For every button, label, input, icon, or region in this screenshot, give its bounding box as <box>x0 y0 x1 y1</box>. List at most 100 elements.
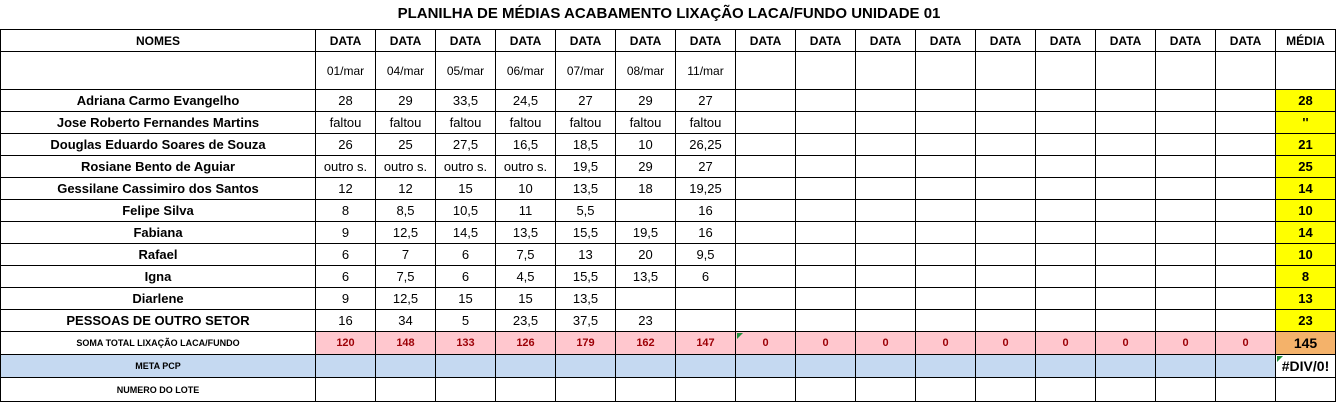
lot-cell[interactable] <box>555 377 616 402</box>
score-cell[interactable] <box>1215 221 1276 244</box>
sum-average-cell[interactable]: 145 <box>1275 331 1336 355</box>
score-cell[interactable] <box>1215 177 1276 200</box>
score-cell[interactable]: 15,5 <box>555 265 616 288</box>
average-cell[interactable]: 28 <box>1275 89 1336 112</box>
score-cell[interactable] <box>675 287 736 310</box>
person-name[interactable]: Felipe Silva <box>0 199 316 222</box>
average-cell[interactable]: 21 <box>1275 133 1336 156</box>
score-cell[interactable]: 6 <box>435 265 496 288</box>
sum-cell[interactable]: 0 <box>735 331 796 355</box>
score-cell[interactable] <box>1095 199 1156 222</box>
lot-cell[interactable] <box>795 377 856 402</box>
score-cell[interactable]: 6 <box>315 265 376 288</box>
score-cell[interactable] <box>615 287 676 310</box>
score-cell[interactable]: 4,5 <box>495 265 556 288</box>
score-cell[interactable] <box>1035 155 1096 178</box>
score-cell[interactable]: 16,5 <box>495 133 556 156</box>
meta-cell[interactable] <box>375 354 436 378</box>
score-cell[interactable] <box>1035 133 1096 156</box>
score-cell[interactable]: 8 <box>315 199 376 222</box>
score-cell[interactable] <box>1155 133 1216 156</box>
score-cell[interactable] <box>795 265 856 288</box>
score-cell[interactable] <box>1035 287 1096 310</box>
score-cell[interactable] <box>1095 243 1156 266</box>
score-cell[interactable]: 25 <box>375 133 436 156</box>
date-cell-16[interactable] <box>1215 51 1276 90</box>
person-name[interactable]: Rosiane Bento de Aguiar <box>0 155 316 178</box>
header-date-1[interactable]: DATA <box>315 29 376 52</box>
score-cell[interactable] <box>855 287 916 310</box>
score-cell[interactable] <box>855 265 916 288</box>
average-cell[interactable]: 13 <box>1275 287 1336 310</box>
sum-cell[interactable]: 0 <box>1155 331 1216 355</box>
meta-cell[interactable] <box>615 354 676 378</box>
lot-cell[interactable] <box>1095 377 1156 402</box>
score-cell[interactable]: 9,5 <box>675 243 736 266</box>
date-cell-4[interactable]: 06/mar <box>495 51 556 90</box>
score-cell[interactable]: 26,25 <box>675 133 736 156</box>
header-date-15[interactable]: DATA <box>1155 29 1216 52</box>
date-cell-9[interactable] <box>795 51 856 90</box>
score-cell[interactable] <box>975 199 1036 222</box>
meta-label[interactable]: META PCP <box>0 354 316 378</box>
meta-cell[interactable] <box>735 354 796 378</box>
score-cell[interactable] <box>795 243 856 266</box>
score-cell[interactable]: faltou <box>375 111 436 134</box>
score-cell[interactable]: 18,5 <box>555 133 616 156</box>
score-cell[interactable] <box>915 287 976 310</box>
score-cell[interactable] <box>735 155 796 178</box>
date-cell-13[interactable] <box>1035 51 1096 90</box>
score-cell[interactable] <box>855 133 916 156</box>
lot-cell[interactable] <box>615 377 676 402</box>
sum-label[interactable]: SOMA TOTAL LIXAÇÃO LACA/FUNDO <box>0 331 316 355</box>
score-cell[interactable]: 27 <box>675 89 736 112</box>
score-cell[interactable]: 11 <box>495 199 556 222</box>
sum-cell[interactable]: 147 <box>675 331 736 355</box>
score-cell[interactable] <box>855 199 916 222</box>
score-cell[interactable] <box>915 199 976 222</box>
sum-cell[interactable]: 0 <box>855 331 916 355</box>
score-cell[interactable] <box>735 309 796 332</box>
score-cell[interactable]: 37,5 <box>555 309 616 332</box>
person-name[interactable]: Douglas Eduardo Soares de Souza <box>0 133 316 156</box>
average-cell[interactable]: 25 <box>1275 155 1336 178</box>
score-cell[interactable]: 8,5 <box>375 199 436 222</box>
score-cell[interactable] <box>615 199 676 222</box>
score-cell[interactable]: 15 <box>495 287 556 310</box>
score-cell[interactable]: 5 <box>435 309 496 332</box>
average-cell[interactable]: 14 <box>1275 221 1336 244</box>
score-cell[interactable]: faltou <box>615 111 676 134</box>
meta-cell[interactable] <box>1035 354 1096 378</box>
score-cell[interactable] <box>975 221 1036 244</box>
score-cell[interactable] <box>1035 199 1096 222</box>
date-cell-3[interactable]: 05/mar <box>435 51 496 90</box>
score-cell[interactable] <box>975 265 1036 288</box>
score-cell[interactable] <box>735 111 796 134</box>
score-cell[interactable]: 29 <box>615 89 676 112</box>
score-cell[interactable]: 12,5 <box>375 287 436 310</box>
score-cell[interactable]: 19,5 <box>615 221 676 244</box>
date-cell-7[interactable]: 11/mar <box>675 51 736 90</box>
person-name[interactable]: Jose Roberto Fernandes Martins <box>0 111 316 134</box>
score-cell[interactable] <box>975 177 1036 200</box>
score-cell[interactable] <box>1155 177 1216 200</box>
score-cell[interactable]: outro s. <box>375 155 436 178</box>
meta-cell[interactable] <box>975 354 1036 378</box>
score-cell[interactable]: 9 <box>315 221 376 244</box>
header-date-10[interactable]: DATA <box>855 29 916 52</box>
header-names[interactable]: NOMES <box>0 29 316 52</box>
sum-cell[interactable]: 0 <box>975 331 1036 355</box>
meta-cell[interactable] <box>795 354 856 378</box>
score-cell[interactable] <box>735 243 796 266</box>
score-cell[interactable]: 26 <box>315 133 376 156</box>
score-cell[interactable] <box>1035 265 1096 288</box>
score-cell[interactable] <box>1155 243 1216 266</box>
score-cell[interactable]: faltou <box>435 111 496 134</box>
score-cell[interactable]: 15,5 <box>555 221 616 244</box>
date-name-cell[interactable] <box>0 51 316 90</box>
score-cell[interactable] <box>1035 177 1096 200</box>
sum-cell[interactable]: 0 <box>1035 331 1096 355</box>
score-cell[interactable] <box>795 111 856 134</box>
lot-label[interactable]: NUMERO DO LOTE <box>0 377 316 402</box>
score-cell[interactable] <box>975 155 1036 178</box>
